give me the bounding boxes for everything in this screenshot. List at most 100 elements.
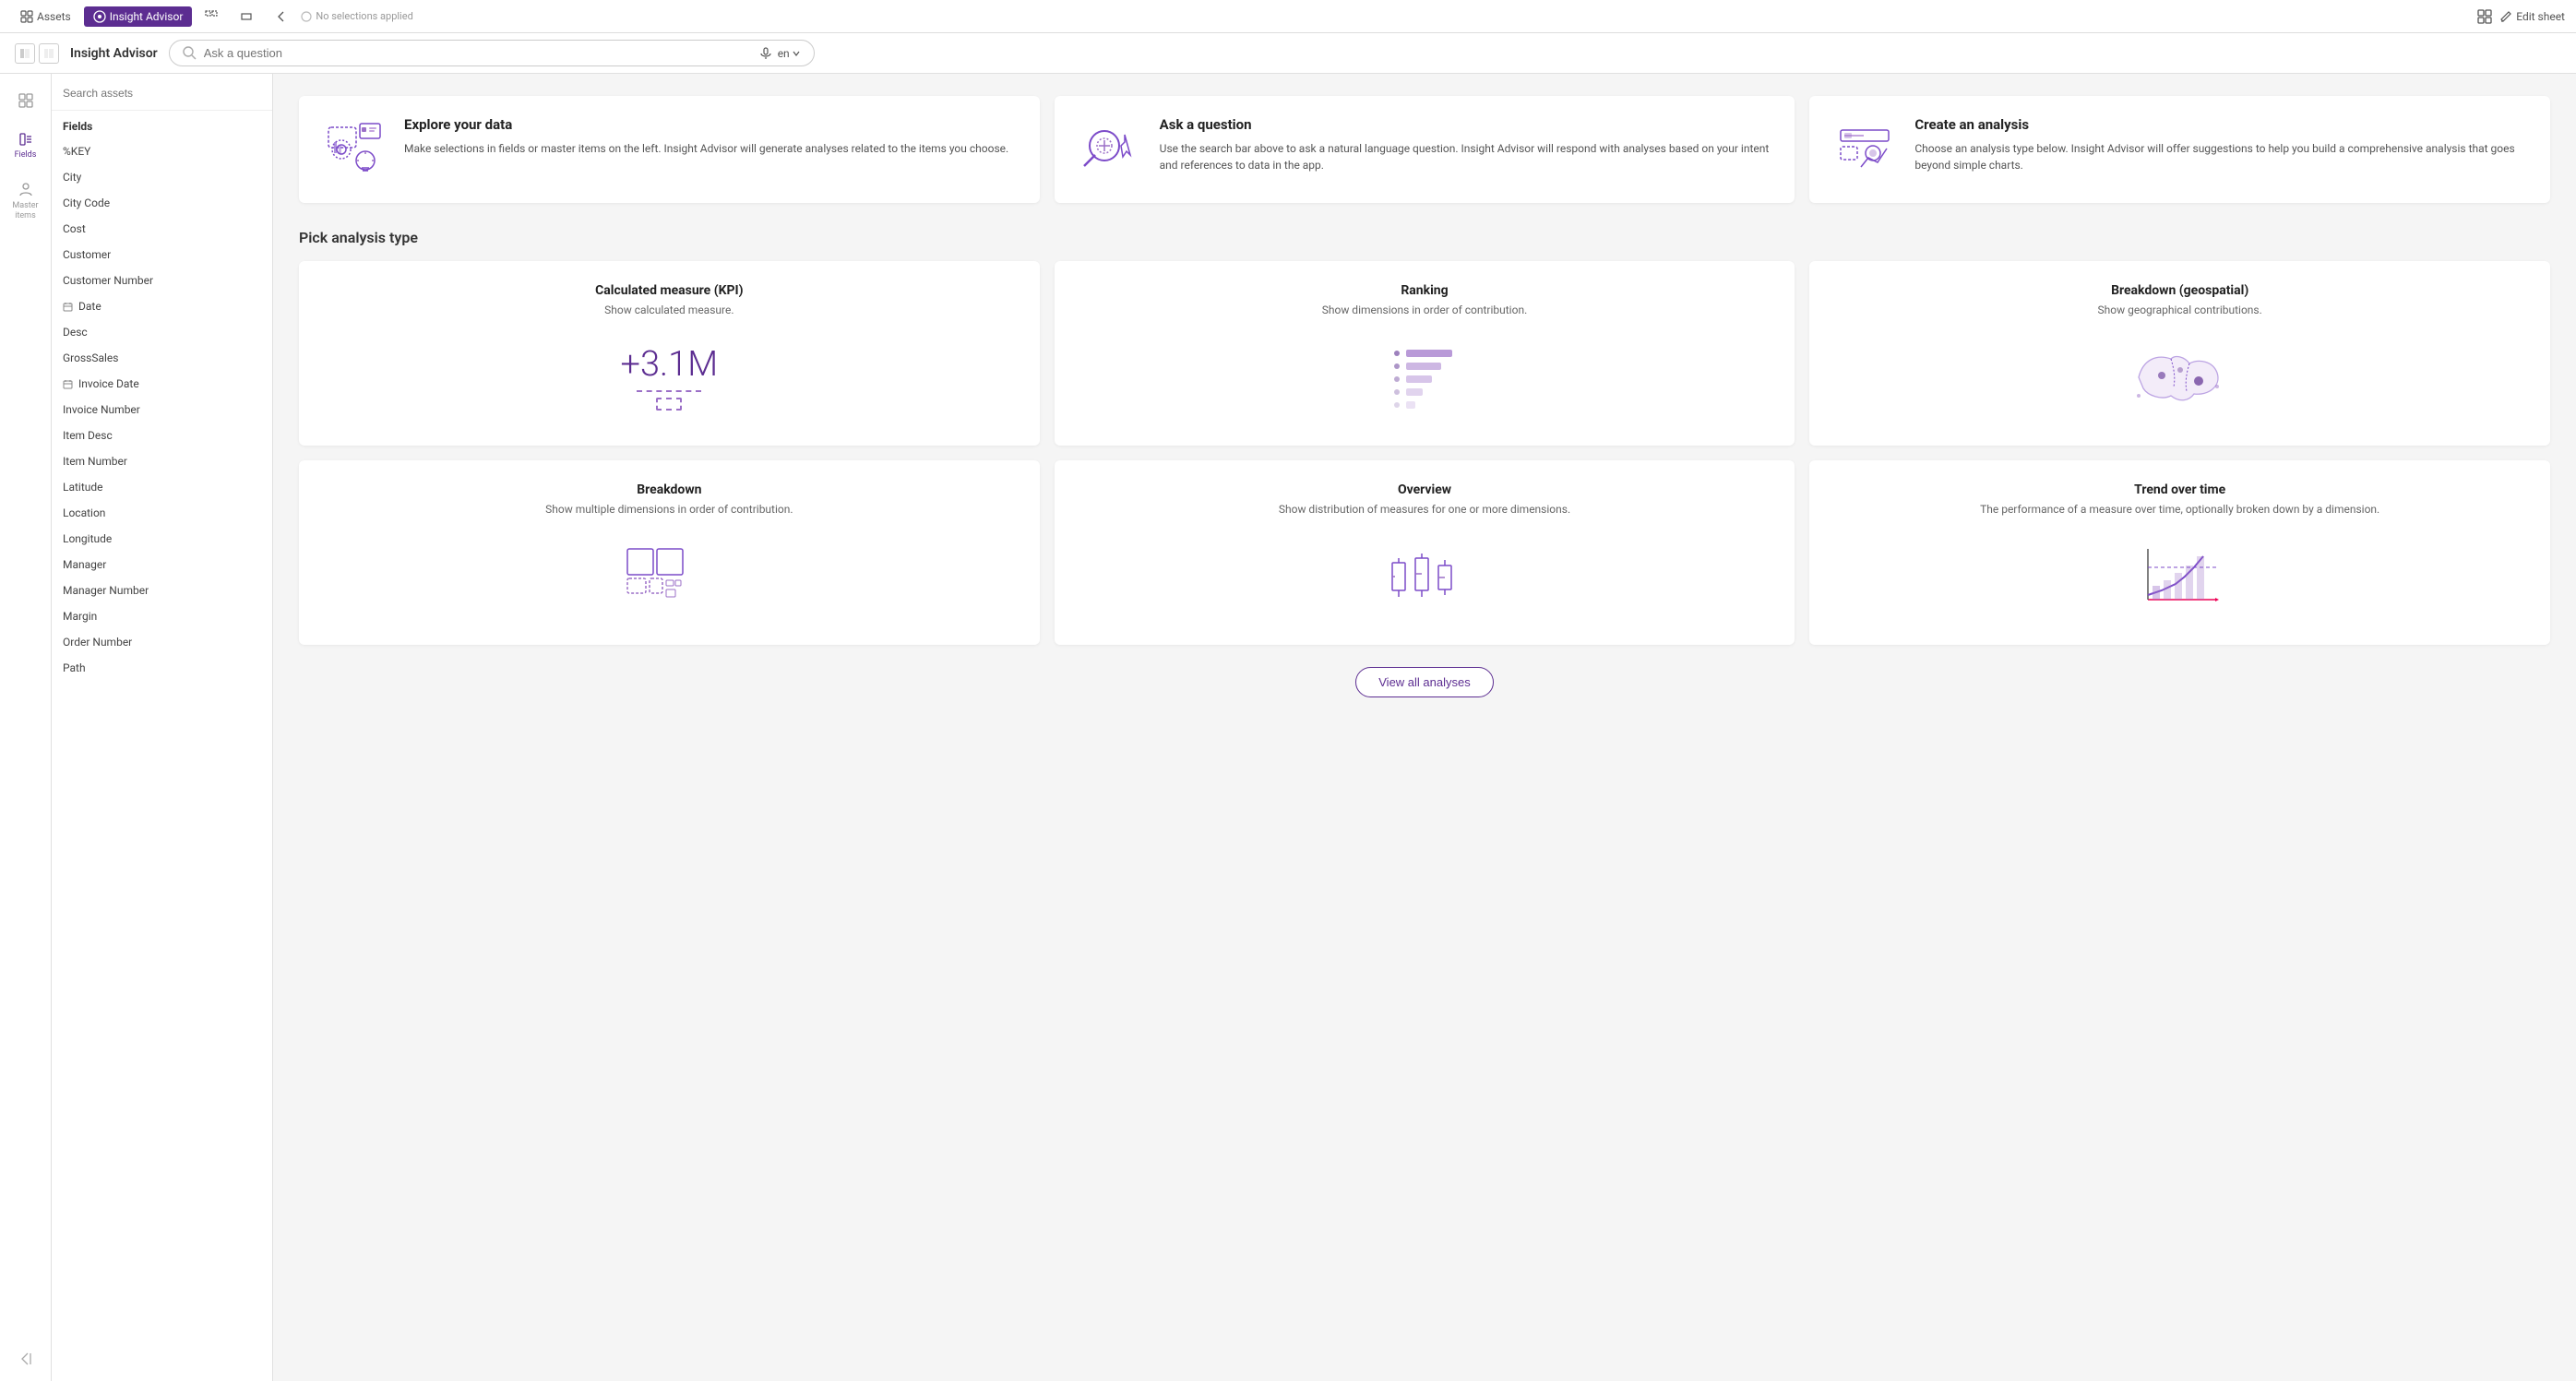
analysis-kpi-card[interactable]: Calculated measure (KPI) Show calculated… bbox=[299, 261, 1040, 446]
analysis-geo-card[interactable]: Breakdown (geospatial) Show geographical… bbox=[1809, 261, 2550, 446]
analysis-types-grid: Calculated measure (KPI) Show calculated… bbox=[299, 261, 2550, 645]
ask-illustration bbox=[1077, 116, 1143, 183]
analysis-trend-card[interactable]: Trend over time The performance of a mea… bbox=[1809, 460, 2550, 645]
kpi-title: Calculated measure (KPI) bbox=[595, 283, 743, 298]
back-icon bbox=[275, 10, 288, 23]
nav-assets[interactable]: Assets bbox=[11, 6, 80, 27]
toggle-panel-single[interactable] bbox=[15, 43, 35, 64]
toggle-panel-dual[interactable] bbox=[39, 43, 59, 64]
master-items-icon bbox=[18, 182, 34, 198]
sidebar-item-gross-sales[interactable]: GrossSales bbox=[52, 345, 272, 371]
ranking-visual bbox=[1378, 331, 1471, 423]
collapse-icon bbox=[18, 1351, 33, 1366]
sidebar-item-invoice-date[interactable]: Invoice Date bbox=[52, 371, 272, 397]
nav-insight-advisor[interactable]: Insight Advisor bbox=[84, 6, 193, 27]
fields-icon bbox=[18, 131, 34, 148]
sidebar-item-cost[interactable]: Cost bbox=[52, 216, 272, 242]
overview-description: Show distribution of measures for one or… bbox=[1279, 503, 1570, 516]
ranking-chart-icon bbox=[1378, 340, 1471, 414]
sidebar-item-margin[interactable]: Margin bbox=[52, 603, 272, 629]
breakdown-visual bbox=[623, 530, 715, 623]
geo-visual bbox=[2129, 331, 2231, 423]
microphone-icon[interactable] bbox=[759, 47, 772, 60]
ranking-description: Show dimensions in order of contribution… bbox=[1322, 304, 1528, 316]
sidebar: Fields %KEY City City Code Cost Customer… bbox=[52, 74, 273, 1381]
insight-icon bbox=[93, 10, 106, 23]
grid-view-button[interactable] bbox=[2477, 9, 2492, 24]
sidebar-item-item-desc[interactable]: Item Desc bbox=[52, 423, 272, 448]
lasso-icon bbox=[205, 10, 218, 23]
sidebar-item-key[interactable]: %KEY bbox=[52, 138, 272, 164]
calendar-invoice-icon bbox=[63, 379, 73, 389]
sidebar-item-city[interactable]: City bbox=[52, 164, 272, 190]
no-selections-indicator: No selections applied bbox=[301, 10, 412, 22]
grid-nav-icon bbox=[18, 92, 34, 109]
sidebar-search-area[interactable] bbox=[52, 74, 272, 111]
breakdown-title: Breakdown bbox=[637, 482, 701, 497]
nav-selection-icon-lasso[interactable] bbox=[196, 6, 227, 27]
icon-panel-fields[interactable]: Fields bbox=[0, 124, 51, 167]
analysis-overview-card[interactable]: Overview Show distribution of measures f… bbox=[1055, 460, 1795, 645]
calendar-icon bbox=[63, 302, 73, 312]
sidebar-item-manager[interactable]: Manager bbox=[52, 552, 272, 577]
sidebar-item-customer-number[interactable]: Customer Number bbox=[52, 268, 272, 293]
question-search-bar[interactable]: en bbox=[169, 40, 815, 66]
sidebar-item-date[interactable]: Date bbox=[52, 293, 272, 319]
trend-chart-icon bbox=[2134, 540, 2226, 613]
create-illustration bbox=[1831, 116, 1898, 183]
icon-panel-grid[interactable] bbox=[0, 85, 51, 116]
panel-dual-icon bbox=[43, 48, 54, 59]
kpi-visual: +3.1M bbox=[621, 331, 719, 423]
ranking-title: Ranking bbox=[1401, 283, 1448, 298]
sidebar-item-order-number[interactable]: Order Number bbox=[52, 629, 272, 655]
sidebar-item-manager-number[interactable]: Manager Number bbox=[52, 577, 272, 603]
overview-boxplot-icon bbox=[1378, 540, 1471, 613]
rect-select-icon bbox=[240, 10, 253, 23]
sidebar-item-longitude[interactable]: Longitude bbox=[52, 526, 272, 552]
fields-list: %KEY City City Code Cost Customer Custom… bbox=[52, 138, 272, 1381]
sidebar-item-item-number[interactable]: Item Number bbox=[52, 448, 272, 474]
explore-card-text: Explore your data Make selections in fie… bbox=[404, 116, 1008, 157]
chevron-down-icon bbox=[792, 49, 801, 58]
sidebar-item-latitude[interactable]: Latitude bbox=[52, 474, 272, 500]
sidebar-search-input[interactable] bbox=[63, 87, 261, 100]
nav-selection-icon-rect[interactable] bbox=[231, 6, 262, 27]
info-cards-row: Explore your data Make selections in fie… bbox=[299, 96, 2550, 203]
language-selector[interactable]: en bbox=[778, 47, 801, 60]
grid-icon bbox=[2477, 9, 2492, 24]
app-title: Insight Advisor bbox=[70, 46, 158, 61]
analysis-breakdown-card[interactable]: Breakdown Show multiple dimensions in or… bbox=[299, 460, 1040, 645]
edit-sheet-button[interactable]: Edit sheet bbox=[2499, 10, 2565, 23]
sidebar-item-path[interactable]: Path bbox=[52, 655, 272, 681]
trend-visual bbox=[2134, 530, 2226, 623]
geo-description: Show geographical contributions. bbox=[2098, 304, 2262, 316]
ask-card-icon bbox=[1077, 116, 1143, 183]
sidebar-item-city-code[interactable]: City Code bbox=[52, 190, 272, 216]
overview-visual bbox=[1378, 530, 1471, 623]
question-input[interactable] bbox=[204, 46, 752, 60]
create-title: Create an analysis bbox=[1914, 116, 2528, 133]
explore-illustration bbox=[321, 116, 388, 183]
overview-title: Overview bbox=[1398, 482, 1451, 497]
nav-left: Assets Insight Advisor bbox=[11, 6, 413, 27]
pick-analysis-title: Pick analysis type bbox=[299, 229, 2550, 246]
ask-title: Ask a question bbox=[1160, 116, 1773, 133]
search-icon bbox=[183, 46, 197, 60]
icon-panel-collapse[interactable] bbox=[18, 1351, 33, 1370]
explore-card: Explore your data Make selections in fie… bbox=[299, 96, 1040, 203]
panel-single-icon bbox=[19, 48, 30, 59]
icon-panel-master-items[interactable]: Master items bbox=[0, 174, 51, 229]
create-card-text: Create an analysis Choose an analysis ty… bbox=[1914, 116, 2528, 173]
explore-card-icon bbox=[321, 116, 388, 183]
analysis-ranking-card[interactable]: Ranking Show dimensions in order of cont… bbox=[1055, 261, 1795, 446]
icon-panel: Fields Master items bbox=[0, 74, 52, 1381]
sidebar-item-invoice-number[interactable]: Invoice Number bbox=[52, 397, 272, 423]
trend-title: Trend over time bbox=[2134, 482, 2225, 497]
nav-right: Edit sheet bbox=[2477, 9, 2565, 24]
sidebar-item-desc[interactable]: Desc bbox=[52, 319, 272, 345]
nav-back[interactable] bbox=[266, 6, 297, 27]
sidebar-item-location[interactable]: Location bbox=[52, 500, 272, 526]
ask-card: Ask a question Use the search bar above … bbox=[1055, 96, 1795, 203]
view-all-analyses-button[interactable]: View all analyses bbox=[1355, 667, 1493, 697]
sidebar-item-customer[interactable]: Customer bbox=[52, 242, 272, 268]
